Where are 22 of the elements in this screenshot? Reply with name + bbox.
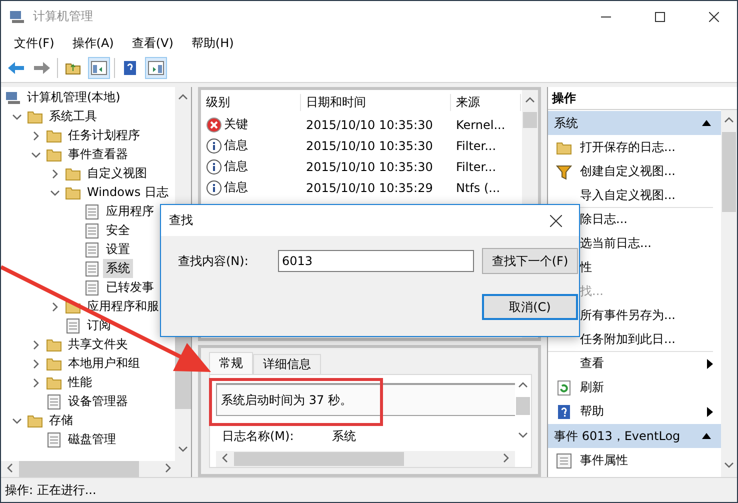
date-cell-text: 2015/10/10 10:35:29 xyxy=(305,180,434,194)
field-label: 日志名称(M): xyxy=(222,428,295,445)
date-cell-text: 2015/10/10 10:35:30 xyxy=(305,138,434,152)
level-cell: 信息 xyxy=(201,158,301,175)
source-cell-text: Filter... xyxy=(455,160,498,174)
description-field: 系统启动时间为 37 秒。 xyxy=(216,383,515,416)
source-cell-text: Kernel... xyxy=(455,118,506,132)
pane-title: 操作 xyxy=(548,87,737,110)
field-value: 系统 xyxy=(332,428,356,445)
window-title: 计算机管理 xyxy=(33,8,94,25)
source-cell-text: Ntfs (... xyxy=(455,180,502,194)
level-cell: 信息 xyxy=(201,137,301,154)
date-cell-text: 2015/10/10 10:35:30 xyxy=(305,118,434,132)
field-label: 查找内容(N): xyxy=(178,252,250,270)
section-title: 系统 xyxy=(554,114,578,132)
section-title: 事件 6013，EventLog xyxy=(554,428,680,444)
status-text: 操作: 正在进行... xyxy=(1,477,737,502)
source-cell-text: Filter... xyxy=(455,138,498,152)
level-cell: 关键 xyxy=(201,116,301,133)
date-cell-text: 2015/10/10 10:35:30 xyxy=(305,160,434,174)
level-cell: 信息 xyxy=(201,179,301,196)
dialog-title: 查找 xyxy=(169,212,193,229)
